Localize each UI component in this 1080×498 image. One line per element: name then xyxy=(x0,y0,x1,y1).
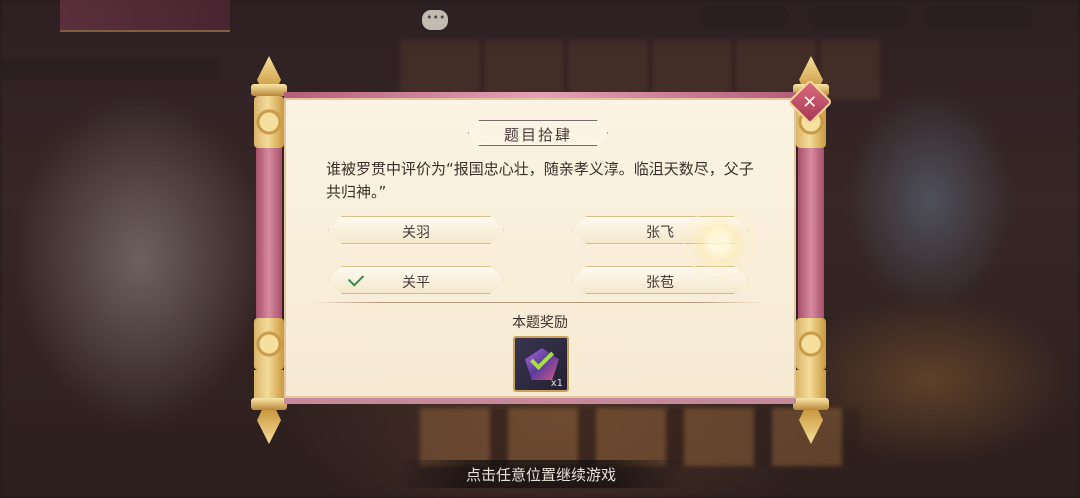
answer-option-2[interactable]: 张飞 xyxy=(572,216,748,244)
reward-count: x1 xyxy=(550,378,563,389)
quiz-title: 题目拾肆 xyxy=(503,126,572,144)
event-subbar xyxy=(0,58,220,80)
event-banner xyxy=(60,0,230,32)
answer-option-label: 关平 xyxy=(402,275,430,291)
chat-icon[interactable] xyxy=(422,10,448,30)
answer-option-label: 关羽 xyxy=(402,225,430,241)
reward-item-slot[interactable]: x1 xyxy=(513,336,569,392)
rod-ornament xyxy=(796,318,826,370)
reward-title: 本题奖励 xyxy=(512,315,568,331)
answer-option-label: 张飞 xyxy=(646,225,674,241)
resource-pill xyxy=(808,6,908,28)
resource-pill xyxy=(700,6,790,28)
rod-finial xyxy=(257,410,281,444)
answer-option-1[interactable]: 关羽 xyxy=(328,216,504,244)
continue-prompt-text: 点击任意位置继续游戏 xyxy=(465,466,616,484)
quiz-panel: 题目拾肆 谁被罗贯中评价为“报国忠心壮，随亲孝义淳。临沮天数尽，父子共归神。” … xyxy=(284,92,796,404)
resource-pill xyxy=(924,6,1034,28)
rod-ornament xyxy=(254,318,284,370)
section-divider xyxy=(310,302,764,303)
rod-ornament xyxy=(254,96,284,148)
answer-option-3[interactable]: 关平 xyxy=(328,266,504,294)
answer-option-label: 张苞 xyxy=(646,275,674,291)
answer-option-4[interactable]: 张苞 xyxy=(572,266,748,294)
rod-finial xyxy=(799,410,823,444)
continue-prompt[interactable]: 点击任意位置继续游戏 xyxy=(396,460,686,488)
question-text: 谁被罗贯中评价为“报国忠心壮，随亲孝义淳。临沮天数尽，父子共归神。” xyxy=(326,160,754,201)
quiz-title-plate: 题目拾肆 xyxy=(468,120,608,146)
close-icon: ✕ xyxy=(802,91,818,113)
scroll-rod-left xyxy=(251,56,287,444)
